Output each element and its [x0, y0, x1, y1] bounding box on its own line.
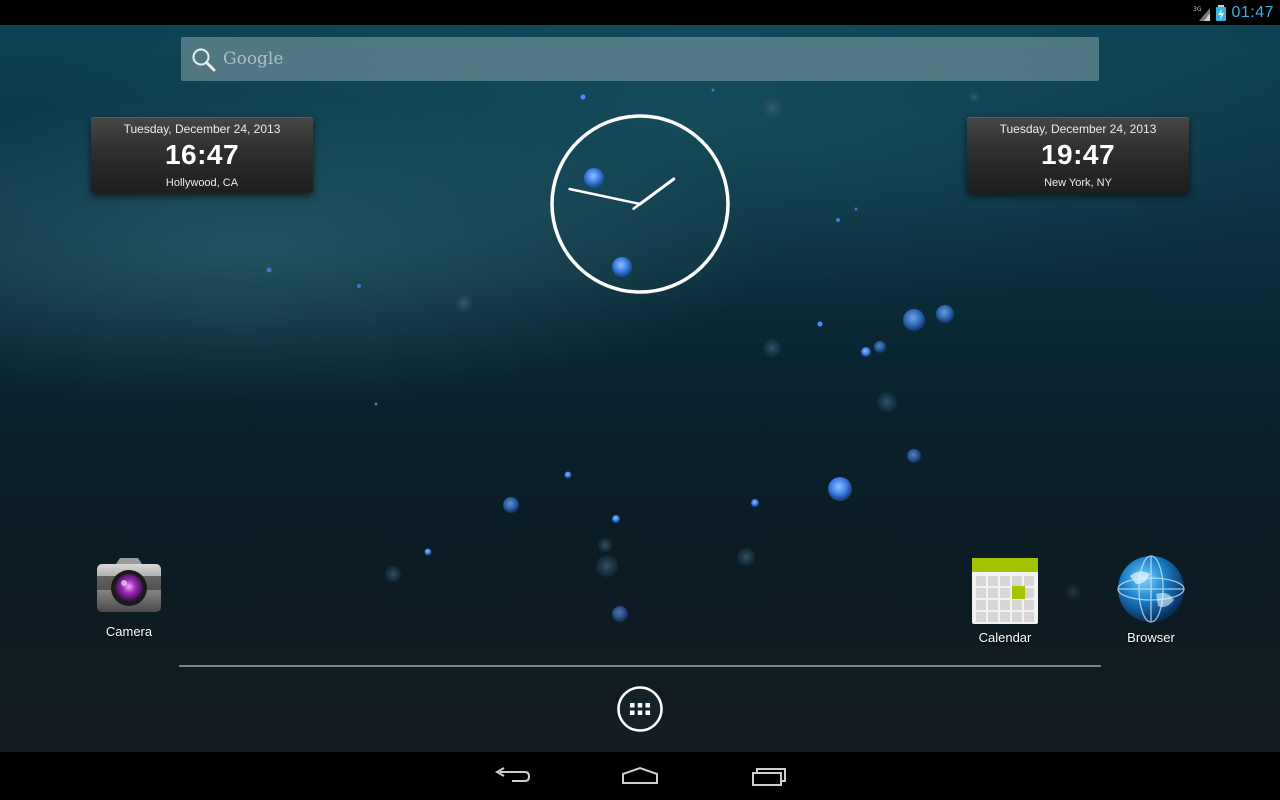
recents-button[interactable] — [739, 760, 799, 792]
network-type-label: 3G — [1193, 6, 1202, 13]
app-label: Camera — [105, 624, 153, 639]
all-apps-icon[interactable] — [617, 686, 663, 732]
clock-hand-tail — [632, 202, 642, 211]
status-indicators: 3G 01:47 — [1193, 0, 1274, 25]
camera-app[interactable]: Camera — [79, 556, 179, 648]
all-apps-button[interactable] — [617, 686, 663, 732]
search-icon[interactable] — [191, 47, 217, 73]
google-search-bar[interactable]: Google — [181, 37, 1099, 81]
camera-icon[interactable] — [94, 556, 164, 618]
world-clock-widget-new-york[interactable]: Tuesday, December 24, 2013 19:47 New Yor… — [967, 117, 1189, 193]
home-icon[interactable] — [610, 760, 670, 792]
dock-divider — [179, 665, 1101, 667]
home-button[interactable] — [610, 760, 670, 792]
navigation-bar — [0, 752, 1280, 800]
battery-charging-icon — [1216, 4, 1227, 21]
world-clock-date: Tuesday, December 24, 2013 — [999, 122, 1157, 136]
calendar-app[interactable]: Calendar — [955, 556, 1055, 648]
app-label: Calendar — [978, 630, 1032, 645]
clock-minute-hand — [568, 187, 642, 206]
back-button[interactable] — [482, 760, 542, 792]
status-bar: 3G 01:47 — [0, 0, 1280, 25]
world-clock-date: Tuesday, December 24, 2013 — [123, 122, 281, 136]
browser-app[interactable]: Browser — [1101, 554, 1201, 648]
back-icon[interactable] — [482, 760, 542, 792]
analog-clock-widget[interactable] — [548, 112, 732, 296]
world-clock-widget-hollywood[interactable]: Tuesday, December 24, 2013 16:47 Hollywo… — [91, 117, 313, 193]
search-placeholder[interactable]: Google — [223, 49, 283, 69]
recents-icon[interactable] — [739, 760, 799, 792]
signal-icon: 3G — [1193, 6, 1211, 21]
status-clock: 01:47 — [1231, 3, 1274, 21]
world-clock-city: New York, NY — [1044, 177, 1112, 189]
app-label: Browser — [1127, 630, 1175, 645]
clock-hour-hand — [638, 177, 676, 206]
world-clock-time: 16:47 — [164, 139, 240, 170]
calendar-icon[interactable] — [972, 558, 1038, 624]
browser-globe-icon[interactable] — [1116, 554, 1186, 624]
world-clock-city: Hollywood, CA — [165, 177, 239, 189]
world-clock-time: 19:47 — [1040, 139, 1116, 170]
